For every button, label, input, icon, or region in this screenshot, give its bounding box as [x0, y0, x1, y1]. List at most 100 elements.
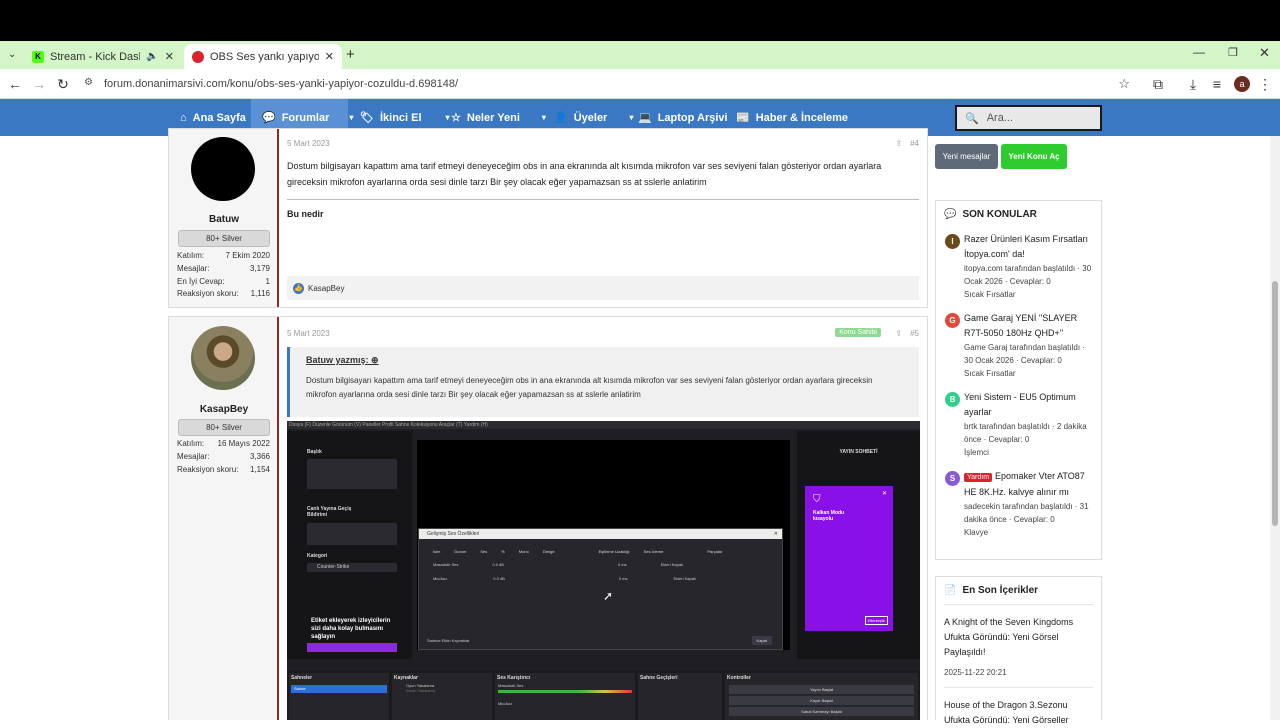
tab-search-icon[interactable]: ⌄	[8, 49, 16, 60]
arrow-up-icon[interactable]: ⊕	[371, 355, 379, 365]
site-info-icon[interactable]: ⚙	[84, 77, 93, 88]
chevron-down-icon[interactable]: ▾	[542, 113, 546, 122]
back-button[interactable]: ←	[6, 75, 24, 93]
bookmark-star-icon[interactable]: ☆	[1118, 76, 1130, 92]
stat-row: Katılım: 16 Mayıs 2022	[177, 439, 270, 448]
thread-item[interactable]: B Yeni Sistem - EU5 Optimum ayarlar brtk…	[936, 390, 1101, 459]
chevron-down-icon[interactable]: ▾	[349, 113, 353, 122]
scrollbar-thumb[interactable]	[1272, 281, 1278, 526]
volume-value[interactable]: 0.0 dB	[493, 576, 505, 581]
screen-top-bar	[0, 0, 1280, 41]
sync-offset[interactable]: 0 ms	[618, 562, 627, 567]
thread-title[interactable]: Yeni Sistem - EU5 Optimum ayarlar	[964, 390, 1095, 420]
title-input[interactable]	[307, 459, 397, 489]
avatar[interactable]	[191, 137, 255, 201]
thread-forum[interactable]: Sıcak Fırsatlar	[964, 367, 1095, 380]
volume-meter	[498, 690, 632, 693]
scene-item[interactable]: Sahne	[291, 685, 387, 693]
post-date[interactable]: 5 Mart 2023	[287, 139, 330, 148]
latest-item[interactable]: House of the Dragon 3.Sezonu Ufukta Görü…	[944, 687, 1093, 728]
thread-title[interactable]: Game Garaj YENİ ''SLAYER R7T-5050 180Hz …	[964, 311, 1095, 341]
source-name: Masaüstü Ses	[433, 562, 459, 567]
profile-avatar[interactable]: a	[1234, 76, 1250, 92]
thread-item[interactable]: I Razer Ürünleri Kasım Fırsatları İtopya…	[936, 232, 1101, 301]
avatar[interactable]	[191, 326, 255, 390]
reaction-user[interactable]: KasapBey	[308, 284, 344, 293]
stat-label: Katılım:	[177, 439, 205, 448]
chevron-down-icon[interactable]: ▾	[629, 113, 633, 122]
post-number[interactable]: ⇪ #4	[895, 139, 919, 148]
kick-enable-button[interactable]: Etkinleştir	[864, 616, 888, 625]
latest-title[interactable]: A Knight of the Seven Kingdoms Ufukta Gö…	[944, 615, 1093, 660]
thread-forum[interactable]: Klavye	[964, 526, 1095, 539]
new-thread-button[interactable]: Yeni Konu Aç	[1001, 144, 1067, 169]
tab-obs-thread[interactable]: OBS Ses yankı yapıyor. ÇÖZÜLDÜ ✕	[184, 44, 342, 69]
maximize-button[interactable]: ❐	[1228, 46, 1238, 59]
window-close-button[interactable]: ✕	[1259, 45, 1270, 61]
dialog-close-button[interactable]: Kapat	[751, 636, 772, 645]
source-item[interactable]: Ekran Yakalama	[392, 688, 492, 693]
close-icon[interactable]: ✕	[774, 529, 778, 539]
start-recording-button[interactable]: Kaydı Başlat	[729, 696, 914, 705]
volume-value[interactable]: 0.0 dB	[492, 562, 504, 567]
start-stream-button[interactable]: Yayını Başlat	[729, 685, 914, 694]
close-icon[interactable]: ✕	[165, 50, 174, 63]
reload-button[interactable]: ↻	[54, 75, 72, 93]
thread-item[interactable]: G Game Garaj YENİ ''SLAYER R7T-5050 180H…	[936, 311, 1101, 380]
username[interactable]: Batuw	[169, 214, 279, 225]
username[interactable]: KasapBey	[169, 404, 279, 415]
new-posts-button[interactable]: Yeni mesajlar	[935, 144, 998, 169]
quote-author[interactable]: Batuw yazmış: ⊕	[306, 355, 903, 366]
menu-icon[interactable]: ⋮	[1256, 75, 1274, 93]
close-icon[interactable]: ✕	[325, 50, 334, 63]
panel-label: Kategori	[307, 553, 328, 559]
stat-value: 1	[265, 277, 270, 286]
category-select[interactable]: Counter-Strike	[307, 563, 397, 572]
chevron-down-icon[interactable]: ▾	[446, 113, 450, 122]
address-bar[interactable]: ⚙ forum.donanimarsivi.com/konu/obs-ses-y…	[78, 72, 1140, 96]
new-tab-button[interactable]: +	[346, 46, 355, 63]
widget-title-label: En Son İçerikler	[962, 585, 1039, 596]
page-scrollbar[interactable]	[1270, 136, 1280, 720]
sync-offset[interactable]: 0 ms	[619, 576, 628, 581]
share-icon[interactable]: ⇪	[895, 329, 902, 338]
thread-item[interactable]: S Yardım Epomaker Vter ATO87 HE 8K.Hz. ka…	[936, 469, 1101, 539]
obs-screenshot[interactable]: Dosya (F) Düzenle Görünüm (V) Paneller P…	[287, 421, 920, 720]
nav-label: Haber & İnceleme	[755, 111, 849, 124]
download-icon[interactable]: ⤓	[1184, 75, 1202, 93]
thread-meta: Game Garaj tarafından başlatıldı · 30 Oc…	[964, 343, 1085, 365]
post-number[interactable]: ⇪ #5	[895, 329, 919, 338]
monitoring-select[interactable]: Ekleri Kapalı	[673, 576, 695, 581]
notification-input[interactable]	[307, 523, 397, 545]
active-sources-checkbox[interactable]: Sadece Etkin Kaynaklar	[427, 638, 469, 643]
thread-forum[interactable]: Sıcak Fırsatlar	[964, 288, 1095, 301]
extensions-icon[interactable]: ⧉	[1149, 75, 1167, 93]
close-icon[interactable]: ✕	[882, 490, 887, 497]
reply-text: Bu nedir	[287, 209, 324, 219]
forward-button[interactable]: →	[30, 75, 48, 93]
speaker-icon[interactable]: 🔈	[146, 51, 158, 62]
col-header: Ses	[480, 549, 488, 554]
search-input[interactable]: 🔍 Ara...	[955, 105, 1102, 131]
minimize-button[interactable]: —	[1193, 45, 1205, 59]
source-name: Mic/Aux	[433, 576, 448, 581]
post-date[interactable]: 5 Mart 2023	[287, 329, 330, 338]
search-placeholder: Ara...	[986, 112, 1013, 124]
tab-kick-dashboard[interactable]: K Stream - Kick Dashboard 🔈 ✕	[24, 44, 182, 69]
kick-save-button[interactable]	[307, 643, 397, 652]
virtual-camera-button[interactable]: Sanal Kamerayı Başlat	[729, 707, 914, 716]
widget-title: 💬 SON KONULAR	[936, 201, 1101, 228]
share-icon[interactable]: ⇪	[895, 139, 902, 148]
media-control-icon[interactable]: ≡	[1208, 75, 1226, 93]
monitoring-select[interactable]: Ekleri Kapalı	[661, 562, 683, 567]
latest-title[interactable]: House of the Dragon 3.Sezonu Ufukta Görü…	[944, 698, 1093, 728]
browser-tabstrip: ⌄ K Stream - Kick Dashboard 🔈 ✕ OBS Ses …	[0, 41, 1280, 69]
mouse-cursor-icon: ➚	[603, 589, 614, 603]
quote-text: Dostum bilgisayarı kapattım ama tarif et…	[306, 376, 873, 399]
thread-forum[interactable]: İşlemci	[964, 446, 1095, 459]
stat-row: Katılım: 7 Ekim 2020	[177, 251, 270, 260]
url-text: forum.donanimarsivi.com/konu/obs-ses-yan…	[104, 78, 458, 90]
latest-item[interactable]: A Knight of the Seven Kingdoms Ufukta Gö…	[944, 604, 1093, 677]
thread-title[interactable]: Razer Ürünleri Kasım Fırsatları İtopya.c…	[964, 232, 1095, 262]
user-panel: KasapBey 80+ Silver Katılım: 16 Mayıs 202…	[169, 317, 279, 720]
